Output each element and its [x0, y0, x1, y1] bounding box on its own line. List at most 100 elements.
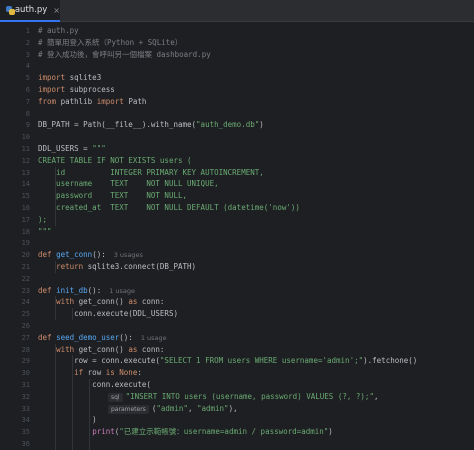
code-line[interactable]: 16 created_at TEXT NOT NULL DEFAULT (dat…: [0, 202, 474, 214]
code-token: );: [38, 214, 48, 224]
code-token: conn:: [141, 297, 165, 307]
line-number: 3: [25, 50, 30, 59]
code-text: row = conn.execute("SELECT 1 FROM users …: [38, 355, 417, 367]
code-line[interactable]: 13 id INTEGER PRIMARY KEY AUTOINCREMENT,: [0, 167, 474, 179]
code-line[interactable]: 1 # auth.py: [0, 25, 474, 37]
code-token: """: [38, 226, 52, 236]
code-text: CREATE TABLE IF NOT EXISTS users (: [38, 155, 192, 167]
line-number: 30: [21, 369, 30, 378]
code-text: with get_conn() as conn:: [38, 344, 164, 356]
code-line[interactable]: 35 print("已建立示範帳號：username=admin / passw…: [0, 426, 474, 438]
line-number: 13: [21, 168, 30, 177]
code-line[interactable]: 8: [0, 108, 474, 120]
code-text: import sqlite3: [38, 72, 101, 84]
code-line[interactable]: 5 import sqlite3: [0, 72, 474, 84]
code-token: ():: [87, 285, 102, 295]
code-text: created_at TEXT NOT NULL DEFAULT (dateti…: [38, 202, 300, 214]
line-number: 7: [25, 97, 30, 106]
code-token: with: [56, 344, 79, 354]
code-line[interactable]: 32 sql "INSERT INTO users (username, passw…: [0, 391, 474, 403]
code-text: DB_PATH = Path(__file__).with_name("auth…: [38, 119, 264, 131]
code-token: "admin": [156, 403, 188, 413]
code-token: ).fetchone(): [363, 356, 418, 366]
code-text: print("已建立示範帳號：username=admin / password…: [38, 426, 333, 438]
python-file-icon: [6, 5, 15, 15]
code-text: def get_conn(): 3 usages: [38, 249, 143, 261]
code-token: password TEXT NOT NULL,: [38, 191, 188, 201]
close-tab-icon[interactable]: ×: [53, 6, 60, 15]
line-number: 21: [21, 263, 30, 271]
code-line[interactable]: 17);: [0, 214, 474, 226]
code-line[interactable]: 34 ): [0, 414, 474, 426]
code-line[interactable]: 29 row = conn.execute("SELECT 1 FROM use…: [0, 355, 474, 367]
line-number: 1: [25, 27, 30, 35]
code-line[interactable]: 25 conn.execute(DDL_USERS): [0, 308, 474, 320]
code-line[interactable]: 23 def init_db(): 1 usage: [0, 285, 474, 297]
line-number: 14: [21, 180, 30, 189]
code-line[interactable]: 26: [0, 320, 474, 332]
code-line[interactable]: 6 import subprocess: [0, 84, 474, 96]
code-line[interactable]: 27 def seed_demo_user(): 1 usage: [0, 332, 474, 344]
code-token: return: [56, 262, 88, 271]
code-token: ():: [92, 250, 106, 260]
code-token: from: [38, 96, 61, 106]
code-token: username TEXT NOT NULL UNIQUE,: [38, 179, 219, 189]
code-line[interactable]: 2 # 簡單用登入系統（Python + SQLite）: [0, 37, 474, 49]
code-line[interactable]: 14 username TEXT NOT NULL UNIQUE,: [0, 178, 474, 190]
code-token: "auth_demo.db": [196, 120, 260, 130]
code-token: if: [74, 368, 88, 378]
code-line[interactable]: 28 with get_conn() as conn:: [0, 344, 474, 356]
code-line[interactable]: 30 if row is None:: [0, 367, 474, 379]
code-line[interactable]: 12 CREATE TABLE IF NOT EXISTS users (: [0, 155, 474, 167]
code-token: import: [96, 96, 129, 106]
code-line[interactable]: 3 # 登入成功後，會呼叫另一個檔案 dashboard.py: [0, 49, 474, 61]
line-number: 32: [21, 392, 30, 401]
code-line[interactable]: 31 conn.execute(: [0, 379, 474, 391]
code-token: conn.execute(: [38, 380, 151, 389]
code-text: """: [38, 226, 52, 238]
code-line[interactable]: 10: [0, 131, 474, 143]
code-token: as: [128, 297, 142, 307]
code-text: if row is None:: [38, 367, 142, 379]
usages-hint[interactable]: 3 usages: [114, 251, 143, 259]
line-number: 23: [21, 286, 30, 295]
usages-hint[interactable]: 1 usage: [141, 334, 167, 342]
code-token: CREATE TABLE IF NOT EXISTS users (: [38, 155, 192, 165]
code-line[interactable]: 22: [0, 273, 474, 285]
code-line[interactable]: 9 DB_PATH = Path(__file__).with_name("aut…: [0, 119, 474, 131]
code-line[interactable]: 20 def get_conn(): 3 usages: [0, 249, 474, 261]
usages-hint[interactable]: 1 usage: [109, 287, 135, 295]
line-number: 33: [21, 404, 30, 413]
code-line[interactable]: 19: [0, 237, 474, 249]
code-editor[interactable]: 1 # auth.py 2 # 簡單用登入系統（Python + SQLite） 3 # …: [0, 22, 474, 450]
code-token: created_at TEXT NOT NULL DEFAULT (dateti…: [38, 203, 300, 212]
code-token: conn.execute(DDL_USERS): [38, 309, 178, 319]
code-token: # 簡單用登入系統（Python + SQLite）: [38, 37, 183, 47]
code-token: "SELECT 1 FROM users WHERE username='adm…: [159, 356, 364, 366]
code-token: get_conn: [56, 250, 93, 260]
code-line[interactable]: 21 return sqlite3.connect(DB_PATH): [0, 261, 474, 273]
code-line[interactable]: 11 DDL_USERS = """: [0, 143, 474, 155]
code-line[interactable]: 24 with get_conn() as conn:: [0, 296, 474, 308]
code-line[interactable]: 15 password TEXT NOT NULL,: [0, 190, 474, 202]
code-text: # 登入成功後，會呼叫另一個檔案 dashboard.py: [38, 49, 211, 61]
code-token: Path: [128, 96, 147, 106]
tab-auth-py[interactable]: auth.py ×: [0, 0, 60, 22]
code-line[interactable]: 33 parameters ("admin", "admin"),: [0, 403, 474, 415]
code-line[interactable]: 7 from pathlib import Path: [0, 96, 474, 108]
code-token: row: [87, 368, 106, 378]
line-number: 34: [21, 416, 30, 425]
code-text: conn.execute(: [38, 379, 151, 391]
code-line[interactable]: 18 """: [0, 226, 474, 238]
code-token: get_conn(): [78, 297, 129, 307]
code-line[interactable]: 4: [0, 60, 474, 72]
code-line[interactable]: 36: [0, 438, 474, 450]
code-token: with: [56, 297, 79, 307]
code-text: with get_conn() as conn:: [38, 296, 164, 308]
code-text: from pathlib import Path: [38, 96, 146, 108]
code-token: ): [38, 415, 97, 425]
line-number: 15: [21, 192, 30, 201]
code-text: import subprocess: [38, 84, 115, 96]
code-token: print: [92, 427, 115, 437]
